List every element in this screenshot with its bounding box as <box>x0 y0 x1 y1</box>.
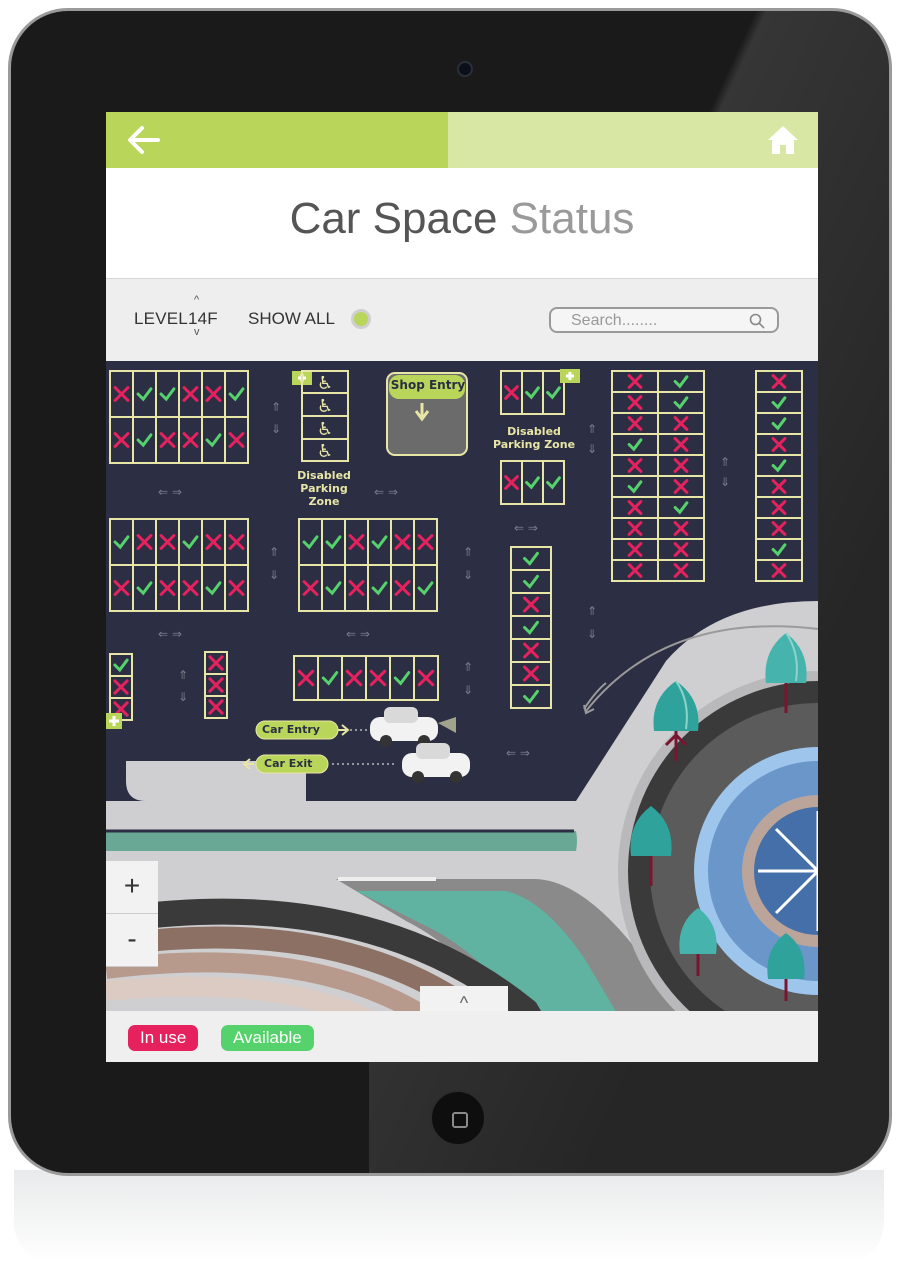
svg-text:⇐ ⇒: ⇐ ⇒ <box>158 627 182 641</box>
top-bar <box>106 112 818 168</box>
show-all-label: SHOW ALL <box>248 309 335 328</box>
svg-text:⇐ ⇒: ⇐ ⇒ <box>158 485 182 499</box>
title-bar: Car Space Status <box>106 168 818 279</box>
svg-text:⇑: ⇑ <box>463 660 473 674</box>
svg-text:⇐ ⇒: ⇐ ⇒ <box>514 521 538 535</box>
svg-text:⇐ ⇒: ⇐ ⇒ <box>506 746 530 760</box>
parking-map: ⇐ ⇒ ⇐ ⇒ ⇐ ⇒ ⇐ ⇒ ⇐ ⇒ ⇐ ⇒ ⇑ ⇓ ⇑ ⇓ ⇑ ⇓ ⇑ ⇓ ⇑ ⇓ ⇑ ⇓ ⇑ ⇓… <box>106 361 818 1062</box>
level-up-button[interactable]: ^ <box>194 294 199 306</box>
car-entry-label: Car Entry <box>262 723 320 736</box>
car-exit-label: Car Exit <box>264 757 313 770</box>
svg-text:⇑: ⇑ <box>587 422 597 436</box>
svg-text:⇑: ⇑ <box>720 455 730 469</box>
svg-text:⇐ ⇒: ⇐ ⇒ <box>346 627 370 641</box>
page-title: Car Space Status <box>289 194 635 243</box>
svg-text:⇓: ⇓ <box>271 422 281 436</box>
svg-text:⇑: ⇑ <box>587 604 597 618</box>
disabled-zone-label: Disabled Parking Zone <box>492 425 576 451</box>
legend-in-use-badge: In use <box>128 1025 199 1051</box>
device-home-button[interactable] <box>430 1090 486 1146</box>
app-screen: Car Space Status LEVEL ^ 14Fv SHOW ALL <box>106 112 818 1062</box>
svg-text:♿: ♿ <box>317 419 333 440</box>
svg-text:⇑: ⇑ <box>269 545 279 559</box>
svg-text:⇓: ⇓ <box>463 568 473 582</box>
svg-text:⇑: ⇑ <box>178 668 188 682</box>
svg-text:⇑: ⇑ <box>271 400 281 414</box>
level-selector[interactable]: LEVEL ^ 14F v <box>134 294 218 338</box>
search-box[interactable] <box>549 307 779 333</box>
back-button[interactable] <box>124 122 164 158</box>
svg-text:⇓: ⇓ <box>463 683 473 697</box>
legend-available-badge: Available <box>221 1025 314 1051</box>
svg-text:♿: ♿ <box>317 396 333 417</box>
level-value: 14F <box>187 309 218 328</box>
svg-text:⇑: ⇑ <box>463 545 473 559</box>
parking-map-canvas: ⇐ ⇒ ⇐ ⇒ ⇐ ⇒ ⇐ ⇒ ⇐ ⇒ ⇐ ⇒ ⇑ ⇓ ⇑ ⇓ ⇑ ⇓ ⇑ ⇓ ⇑ ⇓ ⇑ ⇓ ⇑ ⇓… <box>106 361 818 1062</box>
zoom-in-button[interactable]: + <box>106 861 158 914</box>
top-bar-highlight <box>448 112 818 168</box>
search-icon[interactable] <box>749 313 765 329</box>
level-down-button[interactable]: v <box>194 326 200 338</box>
svg-text:⇓: ⇓ <box>720 475 730 489</box>
shop-entry-label: Shop Entry <box>390 378 466 392</box>
back-arrow-icon <box>128 126 160 154</box>
camera-icon <box>457 61 473 77</box>
svg-text:⇐ ⇒: ⇐ ⇒ <box>374 485 398 499</box>
home-icon[interactable] <box>766 124 800 156</box>
svg-text:⇓: ⇓ <box>178 690 188 704</box>
svg-text:♿: ♿ <box>317 441 333 462</box>
show-all-toggle[interactable] <box>351 309 371 329</box>
device-reflection <box>14 1170 884 1263</box>
svg-text:⇓: ⇓ <box>587 442 597 456</box>
search-input[interactable] <box>569 310 743 332</box>
filter-toolbar: LEVEL ^ 14F v SHOW ALL <box>106 279 818 361</box>
disabled-zone-label: Disabled Parking Zone <box>297 469 351 508</box>
svg-text:♿: ♿ <box>317 373 333 394</box>
level-label: LEVEL <box>134 309 188 328</box>
legend-bar: In use Available <box>106 1011 818 1062</box>
svg-text:⇓: ⇓ <box>587 627 597 641</box>
svg-text:⇓: ⇓ <box>269 568 279 582</box>
zoom-out-button[interactable]: - <box>106 914 158 967</box>
